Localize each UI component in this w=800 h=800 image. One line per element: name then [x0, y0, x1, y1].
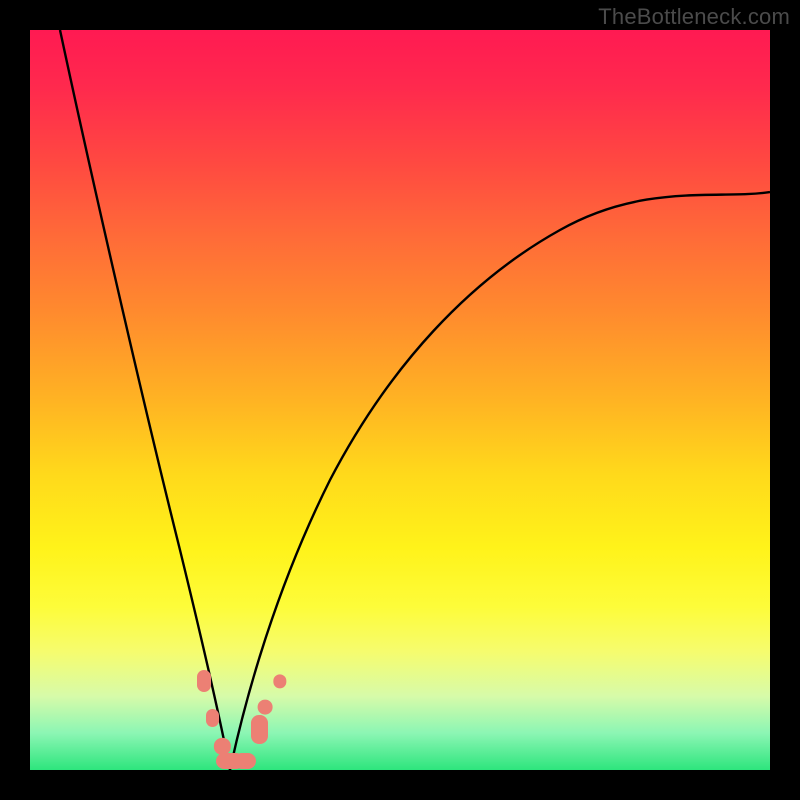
chart-frame — [30, 30, 770, 770]
watermark-text: TheBottleneck.com — [598, 4, 790, 30]
curve-right-arm — [230, 192, 770, 770]
marker-0 — [197, 670, 212, 692]
bottleneck-curve — [30, 30, 770, 770]
marker-4 — [234, 753, 256, 769]
marker-6 — [258, 700, 273, 715]
curve-left-arm — [60, 30, 230, 770]
marker-5 — [251, 715, 267, 745]
marker-1 — [206, 709, 219, 728]
